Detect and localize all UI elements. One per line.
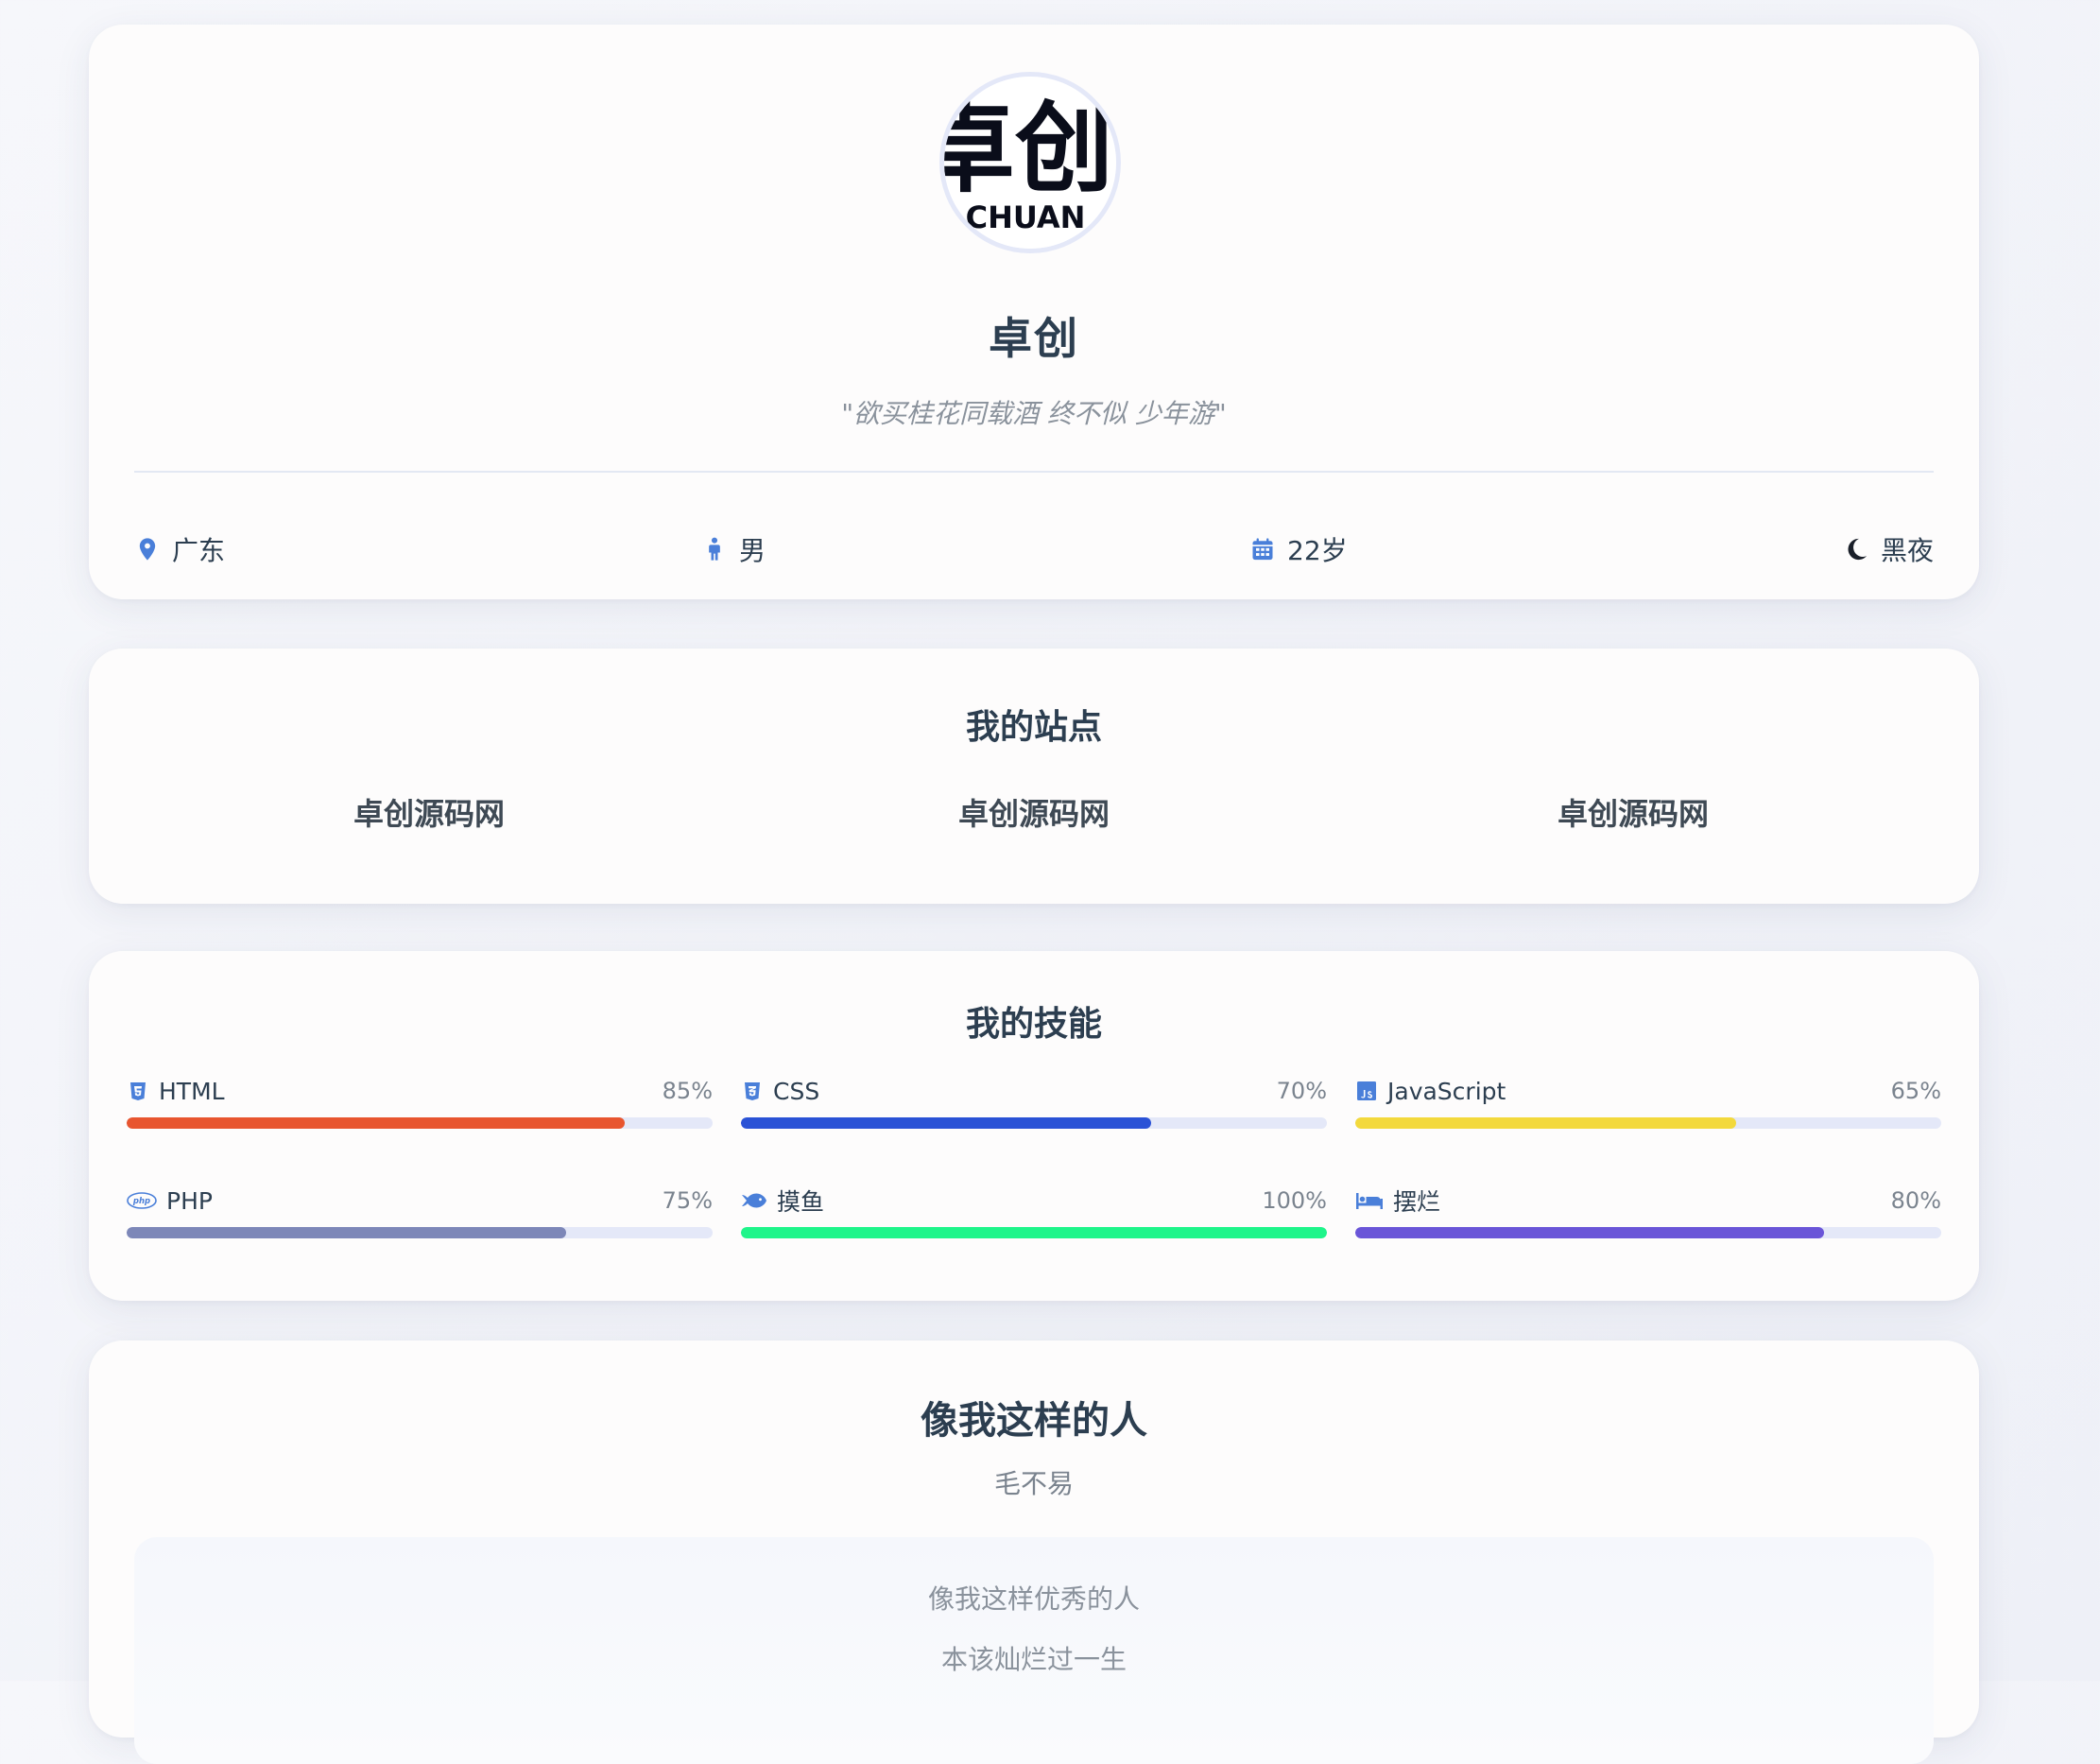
skill-javascript: JavaScript 65% xyxy=(1355,1074,1941,1131)
fish-icon xyxy=(742,1193,766,1208)
bed-icon xyxy=(1356,1193,1383,1209)
skill-name: JavaScript xyxy=(1387,1077,1506,1105)
skill-css: CSS 70% xyxy=(741,1074,1327,1131)
skill-name: PHP xyxy=(166,1186,213,1215)
skill-progress-fill xyxy=(741,1117,1151,1129)
skill-giving-up: 摆烂 80% xyxy=(1355,1184,1941,1240)
poem-line: 像我这样优秀的人 xyxy=(927,1583,1140,1615)
avatar-logo-image: 卓创 CHUAN xyxy=(944,77,1116,249)
map-pin-icon xyxy=(139,538,156,561)
skill-percent: 100% xyxy=(1262,1187,1327,1214)
skill-name: CSS xyxy=(773,1077,820,1105)
skill-progress-track xyxy=(741,1227,1327,1238)
skill-progress-fill xyxy=(1355,1227,1824,1238)
skill-percent: 70% xyxy=(1276,1078,1327,1104)
profile-motto: "欲买桂花同载酒 终不似 少年游" xyxy=(841,398,1227,429)
skill-progress-fill xyxy=(741,1227,1327,1238)
skill-percent: 75% xyxy=(662,1187,713,1214)
skill-php-head: php PHP xyxy=(127,1184,713,1218)
skill-progress-fill xyxy=(127,1227,566,1238)
skill-name: 摆烂 xyxy=(1393,1188,1441,1216)
skill-name: HTML xyxy=(159,1077,225,1105)
poem-author: 毛不易 xyxy=(993,1468,1074,1499)
poem-title: 像我这样的人 xyxy=(921,1399,1147,1443)
moon-icon xyxy=(1848,538,1868,561)
skill-progress-track xyxy=(127,1117,713,1129)
skill-css-head: CSS xyxy=(741,1074,1327,1108)
skill-progress-track xyxy=(1355,1227,1941,1238)
javascript-icon xyxy=(1357,1081,1376,1100)
skill-giving-up-head: 摆烂 xyxy=(1355,1184,1941,1218)
info-gender-text: 男 xyxy=(739,535,766,566)
skill-slacking: 摸鱼 100% xyxy=(741,1184,1327,1240)
theme-mode-toggle[interactable]: 黑夜 xyxy=(1843,516,1934,582)
skill-percent: 85% xyxy=(662,1078,713,1104)
calendar-icon xyxy=(1252,538,1273,561)
html5-icon xyxy=(130,1082,146,1100)
skill-progress-track xyxy=(127,1227,713,1238)
site-link-1[interactable]: 卓创源码网 xyxy=(240,790,618,834)
php-icon: php xyxy=(127,1192,157,1209)
site-links: 卓创源码网 卓创源码网 卓创源码网 xyxy=(89,790,1979,847)
skill-progress-fill xyxy=(1355,1117,1736,1129)
sites-title: 我的站点 xyxy=(965,708,1102,747)
info-age: 22岁 xyxy=(1249,516,1348,582)
avatar[interactable]: 卓创 CHUAN xyxy=(939,72,1121,253)
skill-html: HTML 85% xyxy=(127,1074,713,1131)
info-age-text: 22岁 xyxy=(1287,535,1348,566)
skill-progress-track xyxy=(1355,1117,1941,1129)
info-location-text: 广东 xyxy=(172,535,226,566)
skill-slacking-head: 摸鱼 xyxy=(741,1184,1327,1218)
skill-progress-track xyxy=(741,1117,1327,1129)
skills-title: 我的技能 xyxy=(965,1005,1102,1044)
avatar-logo-text-top: 卓创 xyxy=(944,91,1113,206)
skill-percent: 65% xyxy=(1890,1078,1941,1104)
male-person-icon xyxy=(709,537,720,561)
skill-percent: 80% xyxy=(1890,1187,1941,1214)
profile-info-row: 广东 男 22岁 黑夜 xyxy=(134,516,1934,582)
site-link-2[interactable]: 卓创源码网 xyxy=(845,790,1223,834)
svg-text:php: php xyxy=(132,1197,150,1206)
profile-name: 卓创 xyxy=(989,313,1079,364)
poem-card: 像我这样的人 毛不易 像我这样优秀的人 本该灿烂过一生 xyxy=(89,1340,1979,1764)
avatar-logo-text-bottom: CHUAN xyxy=(966,199,1086,235)
info-location: 广东 xyxy=(134,516,225,582)
theme-mode-text: 黑夜 xyxy=(1880,535,1934,566)
skill-javascript-head: JavaScript xyxy=(1355,1074,1941,1108)
poem-line: 本该灿烂过一生 xyxy=(940,1644,1127,1675)
css3-icon xyxy=(745,1082,760,1100)
skill-name: 摸鱼 xyxy=(777,1188,825,1216)
profile-card: 卓创 CHUAN 卓创 "欲买桂花同载酒 终不似 少年游" 广东 男 xyxy=(89,25,1979,599)
skill-php: php PHP 75% xyxy=(127,1184,713,1240)
poem-lyrics-box: 像我这样优秀的人 本该灿烂过一生 xyxy=(134,1537,1934,1764)
skills-card: 我的技能 HTML 85% CSS 70% JavaScript 65% php… xyxy=(89,951,1979,1301)
skill-progress-fill xyxy=(127,1117,625,1129)
skill-html-head: HTML xyxy=(127,1074,713,1108)
profile-divider xyxy=(134,471,1934,473)
sites-card: 我的站点 卓创源码网 卓创源码网 卓创源码网 xyxy=(89,649,1979,904)
info-gender: 男 xyxy=(701,516,766,582)
site-link-3[interactable]: 卓创源码网 xyxy=(1444,790,1822,834)
